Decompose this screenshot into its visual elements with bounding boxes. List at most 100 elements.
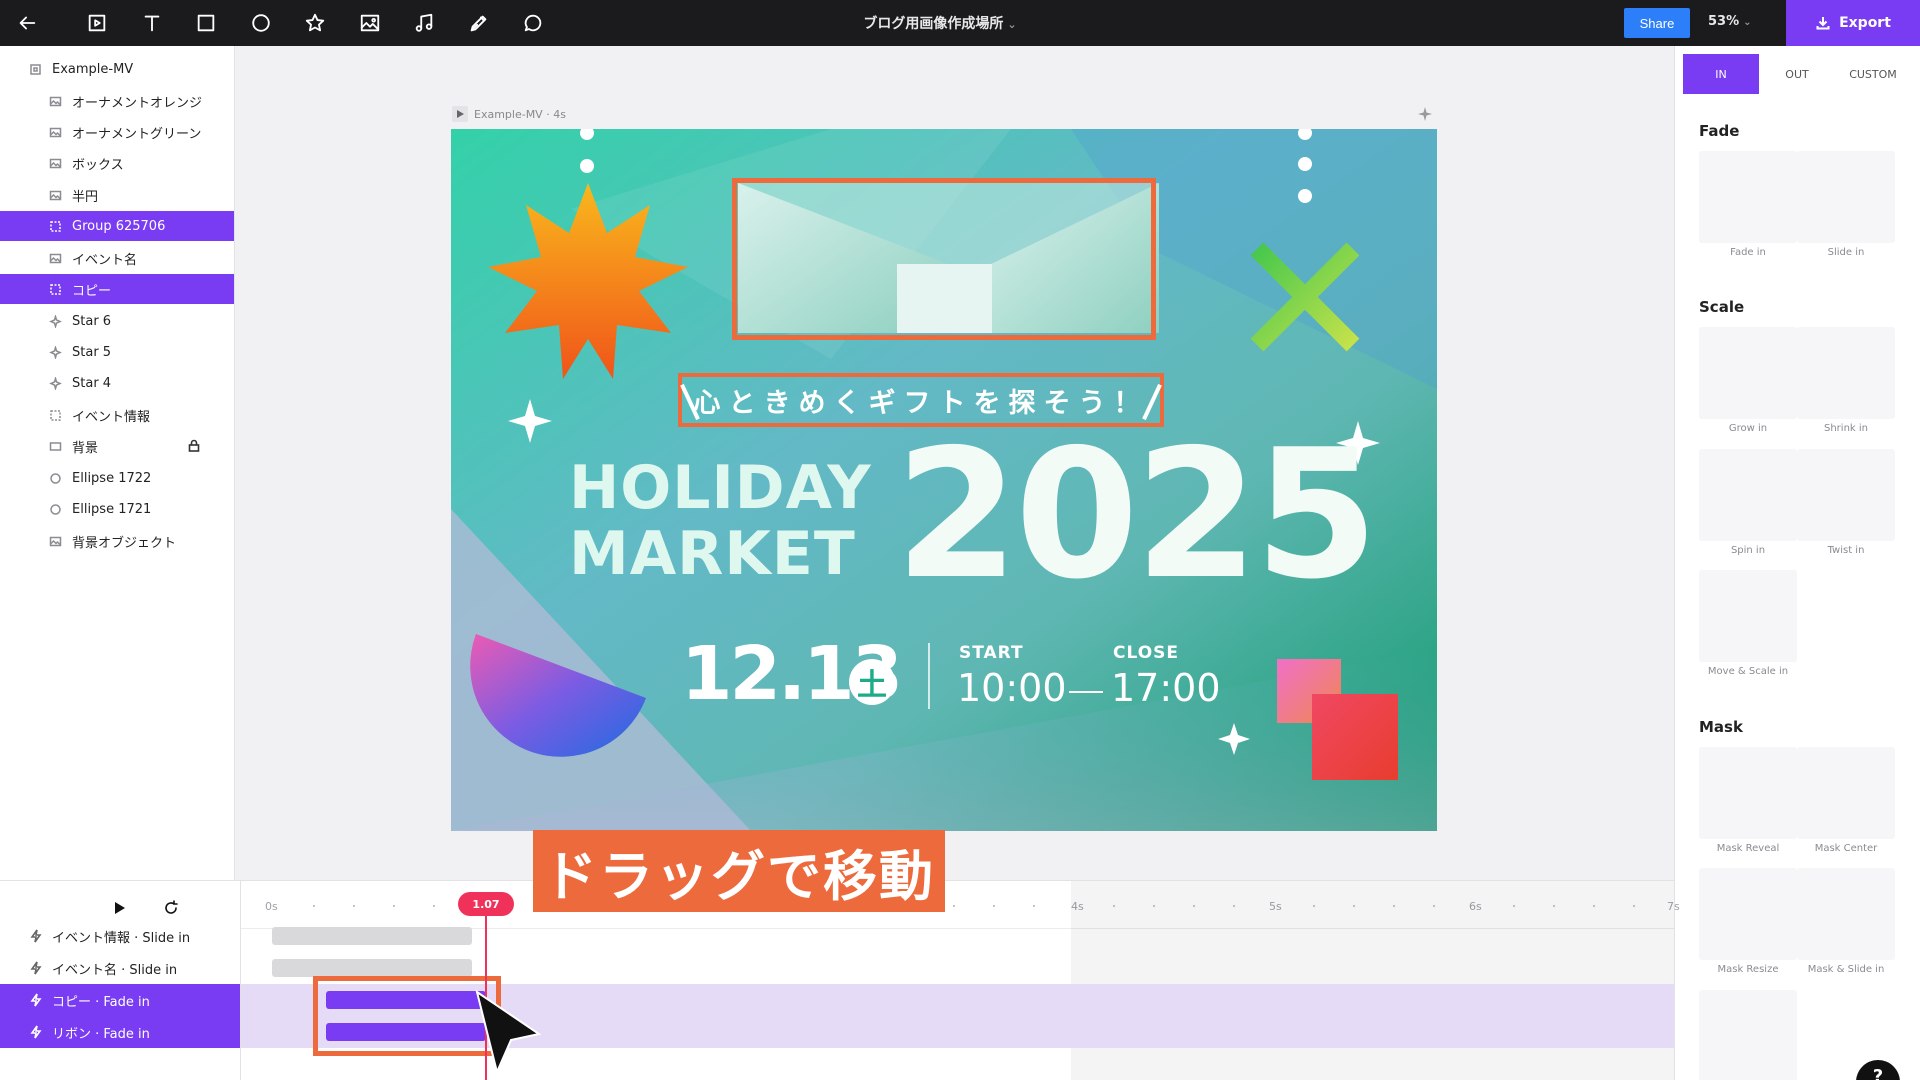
layer-row[interactable]: コピー bbox=[0, 274, 234, 304]
image-icon bbox=[48, 188, 62, 202]
animation-preset[interactable]: Mask Resize bbox=[1699, 868, 1797, 978]
layer-label: イベント名 bbox=[72, 252, 138, 268]
ellipse-tool-icon[interactable] bbox=[246, 8, 276, 38]
track-bar-event-name[interactable] bbox=[272, 959, 472, 977]
ruler-dot bbox=[393, 905, 395, 907]
image-icon bbox=[48, 125, 62, 139]
animation-preset[interactable]: Slide in bbox=[1797, 151, 1895, 261]
animation-preset-label: Twist in bbox=[1827, 545, 1865, 556]
zoom-value: 53% bbox=[1708, 14, 1740, 29]
layer-label: オーナメントオレンジ bbox=[72, 95, 203, 111]
section-title-fade: Fade bbox=[1699, 122, 1740, 140]
layer-row[interactable]: 半円 bbox=[0, 180, 234, 210]
start-time: 10:00 bbox=[957, 666, 1067, 710]
layer-label: Star 4 bbox=[72, 375, 112, 391]
export-button[interactable]: Export bbox=[1786, 0, 1920, 46]
timeline-track-row[interactable]: リボン · Fade in bbox=[0, 1016, 240, 1048]
layer-row[interactable]: イベント名 bbox=[0, 243, 234, 273]
layer-label: 背景 bbox=[72, 440, 99, 456]
layer-label: Star 5 bbox=[72, 344, 112, 360]
timeline-track-row[interactable]: イベント情報 · Slide in bbox=[0, 920, 240, 952]
layer-row[interactable]: オーナメントオレンジ bbox=[0, 86, 234, 116]
layer-row[interactable]: Star 5 bbox=[0, 337, 234, 367]
animation-preview bbox=[1797, 747, 1895, 839]
star-icon bbox=[48, 345, 62, 359]
export-label: Export bbox=[1839, 15, 1891, 31]
artboard-example-mv[interactable]: 心ときめくギフトを探そう！ HOLIDAY MARKET 2025 12.13 … bbox=[451, 129, 1437, 831]
playhead-badge[interactable]: 1.07 bbox=[458, 892, 514, 916]
pen-tool-icon[interactable] bbox=[464, 8, 494, 38]
animation-preset-label: Shrink in bbox=[1824, 423, 1868, 434]
animation-preset[interactable]: Mask Center bbox=[1797, 747, 1895, 857]
event-name-text: HOLIDAY MARKET bbox=[569, 455, 889, 587]
zoom-selector[interactable]: 53% ⌄ bbox=[1708, 14, 1752, 29]
layer-row[interactable]: Star 6 bbox=[0, 306, 234, 336]
animation-preset[interactable]: Twist in bbox=[1797, 449, 1895, 559]
animation-preset[interactable]: Mask & Slide in bbox=[1797, 868, 1895, 978]
play-button[interactable] bbox=[108, 897, 130, 919]
layer-row[interactable]: 背景 bbox=[0, 431, 234, 461]
artboard-label-text: Example-MV · 4s bbox=[474, 107, 566, 121]
rectangle-tool-icon[interactable] bbox=[191, 8, 221, 38]
layer-label: コピー bbox=[72, 283, 112, 299]
animation-preset[interactable]: Grow in bbox=[1699, 327, 1797, 437]
back-arrow-icon[interactable] bbox=[12, 8, 42, 38]
mouse-cursor-icon bbox=[475, 990, 542, 1076]
close-time: 17:00 bbox=[1111, 666, 1221, 710]
layer-row[interactable]: オーナメントグリーン bbox=[0, 117, 234, 147]
layer-row[interactable]: Group 625706 bbox=[0, 211, 234, 241]
tab-in[interactable]: IN bbox=[1683, 54, 1759, 94]
artboard-icon bbox=[28, 62, 42, 76]
document-title[interactable]: ブログ用画像作成場所 ⌄ bbox=[800, 13, 1080, 33]
frame-tool-icon[interactable] bbox=[82, 8, 112, 38]
layer-row[interactable]: Ellipse 1721 bbox=[0, 494, 234, 524]
ribbon-selection-highlight[interactable] bbox=[732, 178, 1156, 340]
lock-icon[interactable] bbox=[188, 439, 202, 453]
loop-button[interactable] bbox=[160, 897, 182, 919]
ruler-dot bbox=[353, 905, 355, 907]
layer-label: イベント情報 bbox=[72, 409, 151, 425]
layer-row[interactable]: 背景オブジェクト bbox=[0, 526, 234, 556]
music-tool-icon[interactable] bbox=[409, 8, 439, 38]
layer-row[interactable]: イベント情報 bbox=[0, 400, 234, 430]
layer-row[interactable]: Example-MV bbox=[0, 54, 234, 84]
image-icon bbox=[48, 251, 62, 265]
top-toolbar: ブログ用画像作成場所 ⌄ Share 53% ⌄ Export bbox=[0, 0, 1920, 46]
tab-custom[interactable]: CUSTOM bbox=[1835, 54, 1911, 94]
ruler-dot bbox=[993, 905, 995, 907]
layer-label: ボックス bbox=[72, 157, 124, 173]
animation-preset[interactable]: Move & Scale in bbox=[1699, 570, 1797, 680]
image-icon bbox=[48, 94, 62, 108]
animation-preset[interactable]: Mask Reveal bbox=[1699, 747, 1797, 857]
track-bar-event-info[interactable] bbox=[272, 927, 472, 945]
animation-preset[interactable]: Shrink in bbox=[1797, 327, 1895, 437]
ruler-dot bbox=[313, 905, 315, 907]
layer-row[interactable]: Ellipse 1722 bbox=[0, 463, 234, 493]
layer-row[interactable]: Star 4 bbox=[0, 368, 234, 398]
ellipse-icon bbox=[48, 502, 62, 516]
star-tool-icon[interactable] bbox=[300, 8, 330, 38]
layer-label: Ellipse 1721 bbox=[72, 501, 152, 517]
layer-row[interactable]: ボックス bbox=[0, 148, 234, 178]
year-text: 2025 bbox=[895, 411, 1378, 618]
tab-out[interactable]: OUT bbox=[1759, 54, 1835, 94]
animation-preset[interactable]: Fade in bbox=[1699, 151, 1797, 261]
track-label: コピー · Fade in bbox=[52, 994, 150, 1010]
animation-preview bbox=[1797, 449, 1895, 541]
animation-preview bbox=[1699, 327, 1797, 419]
share-button[interactable]: Share bbox=[1624, 8, 1690, 38]
timeline-track-row[interactable]: コピー · Fade in bbox=[0, 984, 240, 1016]
artboard-label[interactable]: Example-MV · 4s bbox=[452, 106, 566, 122]
magic-sparkle-icon[interactable] bbox=[1418, 106, 1432, 121]
play-icon[interactable] bbox=[452, 106, 468, 122]
animation-preset[interactable]: Spin in bbox=[1699, 449, 1797, 559]
animation-preview bbox=[1699, 151, 1797, 243]
comment-tool-icon[interactable] bbox=[518, 8, 548, 38]
track-label: イベント名 · Slide in bbox=[52, 962, 178, 978]
timeline-track-row[interactable]: イベント名 · Slide in bbox=[0, 952, 240, 984]
chevron-down-icon: ⌄ bbox=[1743, 17, 1752, 28]
chevron-down-icon: ⌄ bbox=[1007, 18, 1017, 31]
text-tool-icon[interactable] bbox=[137, 8, 167, 38]
animation-preset[interactable] bbox=[1699, 990, 1797, 1080]
image-tool-icon[interactable] bbox=[355, 8, 385, 38]
